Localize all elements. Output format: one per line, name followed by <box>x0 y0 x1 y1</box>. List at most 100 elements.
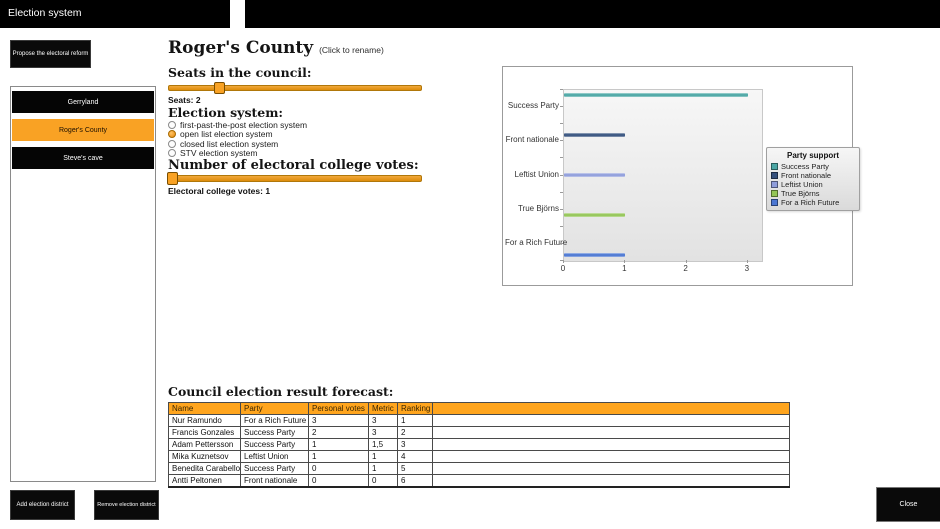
table-cell: Nur Ramundo <box>169 415 241 427</box>
table-cell: For a Rich Future <box>241 415 309 427</box>
college-votes-value-label: Electoral college votes: 1 <box>168 186 270 196</box>
axis-tick-label: 0 <box>553 264 573 273</box>
sidebar-item-district[interactable]: Roger's County <box>12 119 154 141</box>
forecast-table-body: Nur RamundoFor a Rich Future331Francis G… <box>169 415 790 488</box>
page-title[interactable]: Roger's County (Click to rename) <box>168 38 384 58</box>
legend-item: True Björns <box>771 189 855 198</box>
axis-tick-label: 2 <box>676 264 696 273</box>
legend-item-label: Front nationale <box>781 171 831 180</box>
legend-items: Success PartyFront nationaleLeftist Unio… <box>771 162 855 207</box>
axis-tick <box>560 243 563 244</box>
table-row[interactable]: Benedita CarabelloSuccess Party015 <box>169 463 790 475</box>
table-cell: 4 <box>398 451 433 463</box>
legend-item: Success Party <box>771 162 855 171</box>
chart-bar <box>564 133 625 138</box>
axis-tick <box>560 123 563 124</box>
column-header: Metric <box>369 403 398 415</box>
table-row[interactable]: Mika KuznetsovLeftist Union114 <box>169 451 790 463</box>
axis-tick <box>747 260 748 263</box>
legend-swatch-icon <box>771 190 778 197</box>
district-list: Gerryland Roger's County Steve's cave <box>11 91 155 169</box>
legend-item-label: Success Party <box>781 162 829 171</box>
table-cell: 1 <box>309 451 369 463</box>
radio-label: closed list election system <box>180 139 278 149</box>
column-header: Ranking <box>398 403 433 415</box>
window-titlebar[interactable]: Election system <box>0 0 230 28</box>
table-cell: 1,5 <box>369 439 398 451</box>
radio-icon <box>168 140 176 148</box>
close-button[interactable]: Close <box>876 487 940 522</box>
secondary-titlebar[interactable] <box>245 0 940 28</box>
table-header-row: NamePartyPersonal votesMetricRanking <box>169 403 790 415</box>
legend-swatch-icon <box>771 172 778 179</box>
axis-tick <box>560 209 563 210</box>
add-election-district-button[interactable]: Add election district <box>10 490 75 520</box>
table-cell: 0 <box>369 475 398 488</box>
table-row[interactable]: Nur RamundoFor a Rich Future331 <box>169 415 790 427</box>
table-row[interactable]: Adam PetterssonSuccess Party11,53 <box>169 439 790 451</box>
chart-category-label: For a Rich Future <box>505 238 559 247</box>
table-cell: 2 <box>309 427 369 439</box>
district-name: Roger's County <box>168 38 313 58</box>
table-cell-empty <box>433 427 790 439</box>
axis-tick <box>560 192 563 193</box>
college-votes-slider-handle[interactable] <box>167 172 178 185</box>
college-votes-slider-track[interactable] <box>168 175 422 182</box>
axis-tick <box>560 175 563 176</box>
sidebar-item-district[interactable]: Steve's cave <box>12 147 154 169</box>
table-cell: Antti Peltonen <box>169 475 241 488</box>
table-cell: 2 <box>398 427 433 439</box>
radio-label: STV election system <box>180 148 257 158</box>
seats-heading: Seats in the council: <box>168 65 311 80</box>
legend-item-label: For a Rich Future <box>781 198 839 207</box>
table-cell: 1 <box>309 439 369 451</box>
table-cell: 1 <box>369 463 398 475</box>
column-header: Personal votes <box>309 403 369 415</box>
election-system-radio[interactable]: first-past-the-post election system <box>168 120 307 130</box>
table-row[interactable]: Antti PeltonenFront nationale006 <box>169 475 790 488</box>
legend-item-label: Leftist Union <box>781 180 823 189</box>
table-cell: 3 <box>369 427 398 439</box>
column-header: Name <box>169 403 241 415</box>
column-header-empty <box>433 403 790 415</box>
table-cell-empty <box>433 415 790 427</box>
radio-icon <box>168 149 176 157</box>
legend-title: Party support <box>771 151 855 160</box>
radio-icon <box>168 130 176 138</box>
election-system-radio[interactable]: closed list election system <box>168 139 307 149</box>
table-cell: 5 <box>398 463 433 475</box>
chart-category-label: Front nationale <box>505 135 559 144</box>
seats-slider-track[interactable] <box>168 85 422 91</box>
chart-category-label: Success Party <box>505 101 559 110</box>
chart-bar <box>564 173 625 178</box>
axis-tick <box>686 260 687 263</box>
table-cell: 0 <box>309 475 369 488</box>
table-row[interactable]: Francis GonzalesSuccess Party232 <box>169 427 790 439</box>
table-cell-empty <box>433 463 790 475</box>
table-cell: 3 <box>369 415 398 427</box>
remove-election-district-button[interactable]: Remove election district <box>94 490 159 520</box>
propose-electoral-reform-button[interactable]: Propose the electoral reform <box>10 40 91 68</box>
election-system-radio[interactable]: open list election system <box>168 130 307 140</box>
table-cell: Success Party <box>241 463 309 475</box>
party-support-chart: Success PartyFront nationaleLeftist Unio… <box>502 66 853 286</box>
district-list-panel: Gerryland Roger's County Steve's cave <box>10 86 156 482</box>
sidebar-item-district[interactable]: Gerryland <box>12 91 154 113</box>
chart-category-label: True Björns <box>505 204 559 213</box>
axis-tick-label: 1 <box>614 264 634 273</box>
forecast-table-head: NamePartyPersonal votesMetricRanking <box>169 403 790 415</box>
table-cell: Adam Pettersson <box>169 439 241 451</box>
table-cell-empty <box>433 475 790 488</box>
chart-legend: Party support Success PartyFront nationa… <box>766 147 860 211</box>
legend-item: For a Rich Future <box>771 198 855 207</box>
forecast-table: NamePartyPersonal votesMetricRanking Nur… <box>168 402 790 488</box>
table-cell: Success Party <box>241 439 309 451</box>
legend-item-label: True Björns <box>781 189 820 198</box>
election-system-radio[interactable]: STV election system <box>168 149 307 159</box>
college-votes-heading: Number of electoral college votes: <box>168 158 419 173</box>
forecast-heading: Council election result forecast: <box>168 384 393 399</box>
axis-tick <box>560 226 563 227</box>
chart-bar <box>564 93 748 98</box>
rename-hint: (Click to rename) <box>319 45 384 55</box>
seats-slider-handle[interactable] <box>214 82 225 94</box>
